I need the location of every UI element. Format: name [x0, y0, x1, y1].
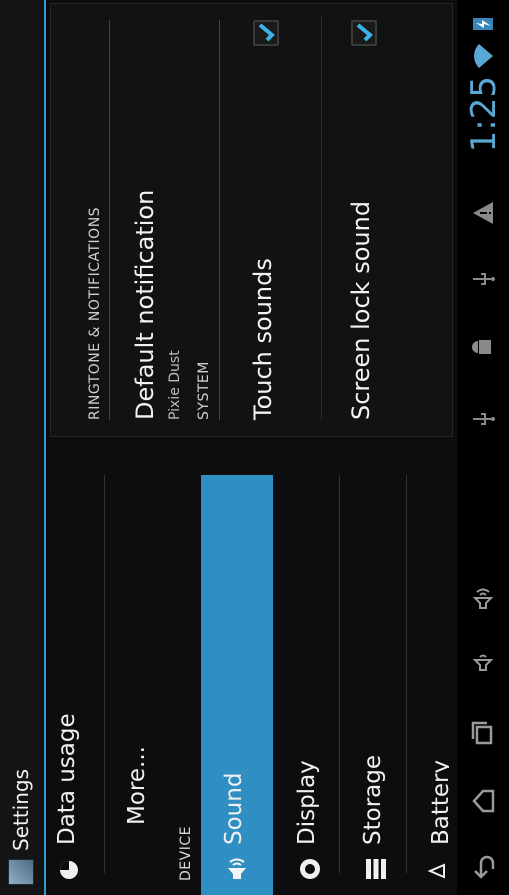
data-usage-icon	[60, 861, 78, 879]
settings-app-icon[interactable]	[8, 859, 34, 885]
status-clock: 1:25	[464, 76, 504, 153]
sound-settings-panel: RINGTONE & NOTIFICATIONS Default notific…	[50, 3, 453, 437]
speaker-icon	[228, 858, 246, 879]
divider	[339, 475, 340, 873]
sound-label: Sound	[221, 772, 247, 845]
list-item-sound[interactable]: Sound	[201, 475, 273, 895]
list-item-storage[interactable]: Storage	[346, 475, 406, 895]
list-item-display[interactable]: Display	[282, 475, 338, 895]
wifi-icon	[474, 44, 493, 68]
battery-label: Battery	[428, 759, 449, 845]
list-item-more[interactable]: More...	[110, 475, 166, 895]
home-icon[interactable]	[469, 787, 497, 815]
checkmark-icon	[356, 23, 373, 42]
display-label: Display	[294, 760, 320, 845]
recent-apps-icon[interactable]	[469, 719, 497, 747]
brightness-icon	[300, 859, 320, 879]
settings-category-list: Data usage More... DEVICE Sound Display	[46, 437, 449, 895]
battery-status-icon	[473, 18, 493, 30]
usb-icon	[473, 273, 495, 285]
list-item-data-usage[interactable]: Data usage	[48, 475, 94, 895]
more-label: More...	[124, 746, 150, 825]
default-notification-title: Default notification	[131, 189, 159, 420]
usb-icon	[473, 413, 495, 425]
section-divider	[219, 20, 220, 420]
screen-lock-sound-checkbox[interactable]	[351, 20, 377, 46]
battery-icon	[427, 863, 445, 879]
touch-sounds-checkbox[interactable]	[253, 20, 279, 46]
storage-icon	[366, 859, 386, 879]
list-item-battery[interactable]: Battery	[412, 475, 449, 895]
screen-lock-sound-item[interactable]: Screen lock sound	[323, 4, 419, 436]
system-header: SYSTEM	[196, 361, 212, 420]
system-bar: 1:25	[457, 0, 509, 895]
section-divider	[109, 20, 110, 420]
action-bar: Settings	[0, 0, 46, 895]
volume-down-icon[interactable]	[469, 647, 497, 675]
default-notification-value: Pixie Dust	[167, 350, 183, 420]
divider	[406, 475, 407, 873]
ringtone-notifications-header: RINGTONE & NOTIFICATIONS	[87, 206, 103, 420]
data-usage-label: Data usage	[54, 713, 80, 845]
divider	[104, 475, 105, 873]
back-icon[interactable]	[469, 853, 497, 881]
item-divider	[321, 16, 322, 420]
settings-screen: Settings Data usage More... DEVICE Sound	[0, 0, 509, 895]
screen-lock-sound-label: Screen lock sound	[347, 200, 375, 420]
checkmark-icon	[258, 23, 275, 42]
volume-up-icon[interactable]	[469, 583, 497, 611]
touch-sounds-label: Touch sounds	[249, 258, 277, 420]
device-section-header: DEVICE	[178, 826, 194, 881]
warning-icon	[473, 202, 493, 224]
app-title: Settings	[9, 768, 33, 851]
android-debug-icon	[472, 340, 491, 354]
touch-sounds-item[interactable]: Touch sounds	[223, 4, 319, 436]
storage-label: Storage	[360, 755, 386, 845]
